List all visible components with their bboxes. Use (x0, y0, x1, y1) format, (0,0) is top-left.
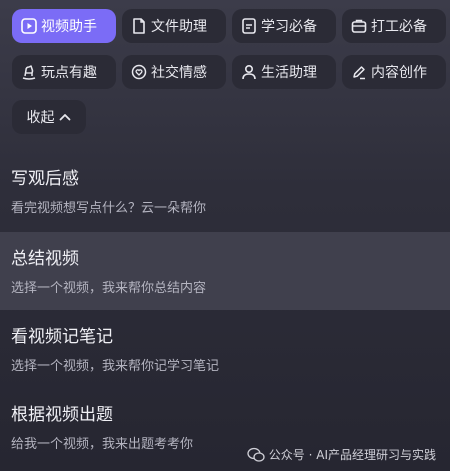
prompt-desc: 选择一个视频，我来帮你记学习笔记 (11, 359, 220, 374)
chip-label: 生活助理 (261, 65, 317, 81)
collapse-button[interactable]: 收起 (12, 100, 86, 134)
chip-file-assistant[interactable]: 文件助理 (122, 9, 226, 43)
prompt-desc: 选择一个视频，我来帮你总结内容 (11, 281, 207, 296)
chip-label: 社交情感 (151, 65, 207, 81)
collapse-label: 收起 (26, 110, 55, 126)
watermark: 公众号 · AI产品经理研习与实践 (247, 446, 436, 463)
prompt-title: 根据视频出题 (11, 405, 113, 425)
chip-video-assistant[interactable]: 视频助手 (12, 9, 116, 43)
chip-label: 文件助理 (151, 19, 207, 35)
prompt-desc: 给我一个视频，我来出题考考你 (11, 437, 194, 452)
prompt-title: 写观后感 (11, 169, 79, 189)
heart-chat-icon (130, 63, 148, 81)
prompt-item-notes[interactable]: 看视频记笔记 选择一个视频，我来帮你记学习笔记 (0, 310, 450, 388)
chip-work[interactable]: 打工必备 (342, 9, 446, 43)
toy-horse-icon (20, 63, 38, 81)
prompt-item-review[interactable]: 写观后感 看完视频想写点什么？云一朵帮你 (0, 152, 450, 230)
chip-label: 玩点有趣 (41, 65, 97, 81)
pen-icon (350, 63, 368, 81)
briefcase-icon (350, 17, 368, 35)
prompt-title: 总结视频 (11, 249, 79, 269)
chip-label: 打工必备 (371, 19, 427, 35)
chip-social[interactable]: 社交情感 (122, 55, 226, 89)
prompt-item-summarize[interactable]: 总结视频 选择一个视频，我来帮你总结内容 (0, 232, 450, 310)
wechat-icon (247, 447, 265, 462)
prompt-title: 看视频记笔记 (11, 327, 113, 347)
chip-label: 内容创作 (371, 65, 427, 81)
chip-fun[interactable]: 玩点有趣 (12, 55, 116, 89)
notebook-icon (240, 17, 258, 35)
person-icon (240, 63, 258, 81)
chip-label: 学习必备 (261, 19, 317, 35)
video-play-icon (20, 17, 38, 35)
prompt-desc: 看完视频想写点什么？云一朵帮你 (11, 201, 207, 216)
chip-life[interactable]: 生活助理 (232, 55, 336, 89)
chip-content-creation[interactable]: 内容创作 (342, 55, 446, 89)
watermark-text: 公众号 · AI产品经理研习与实践 (268, 448, 436, 462)
chip-label: 视频助手 (41, 19, 97, 35)
chip-study[interactable]: 学习必备 (232, 9, 336, 43)
file-icon (130, 17, 148, 35)
chevron-up-icon (59, 114, 70, 121)
